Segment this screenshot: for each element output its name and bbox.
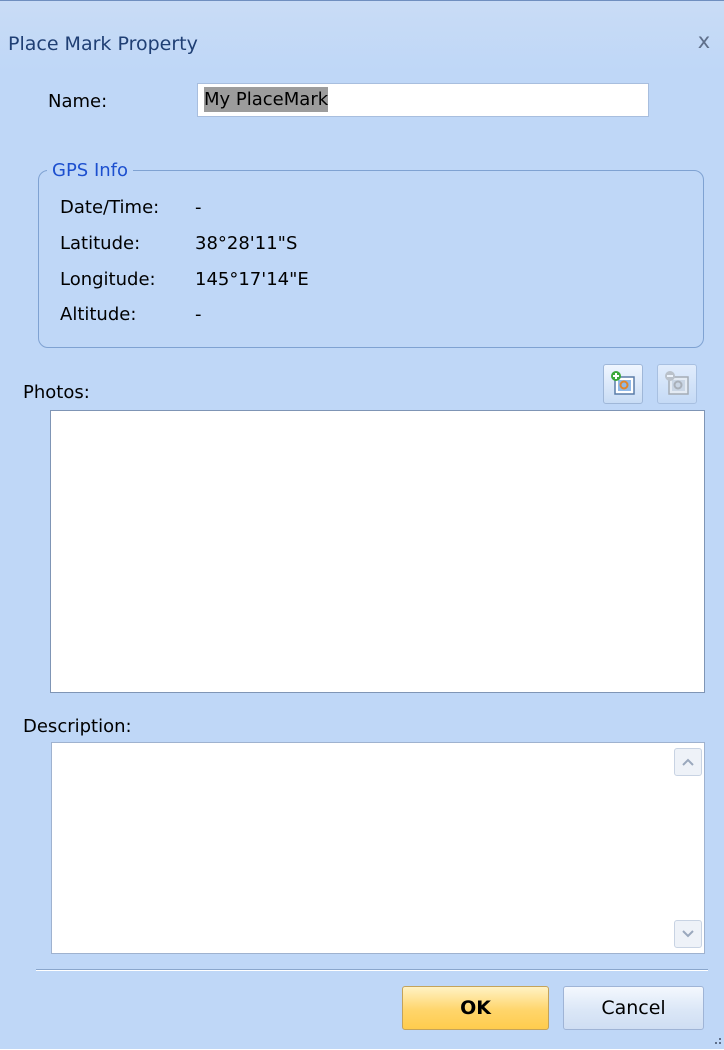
chevron-up-icon [682,758,694,766]
chevron-down-icon [682,930,694,938]
gps-datetime-label: Date/Time: [60,197,160,218]
description-textarea[interactable] [51,742,705,954]
scroll-down-button[interactable] [674,920,702,948]
remove-photo-button[interactable] [657,364,697,404]
description-label: Description: [23,716,132,737]
gps-altitude-value: - [195,304,202,325]
place-mark-property-dialog: Place Mark Property x Name: My PlaceMark… [0,0,724,1049]
gps-longitude-label: Longitude: [60,269,156,290]
gps-longitude-value: 145°17'14"E [195,269,309,290]
resize-grip-icon[interactable] [712,1037,722,1047]
gps-info-legend: GPS Info [47,160,134,181]
cancel-button[interactable]: Cancel [563,986,704,1030]
gps-datetime-value: - [195,197,202,218]
title-bar: Place Mark Property x [0,1,724,71]
description-scrollbar[interactable] [668,743,704,953]
add-photo-button[interactable] [603,364,643,404]
name-label: Name: [48,91,108,112]
ok-button[interactable]: OK [402,986,549,1030]
gps-latitude-label: Latitude: [60,233,141,254]
button-separator [36,969,708,971]
resize-grip-dots [715,1038,721,1044]
name-input[interactable]: My PlaceMark [197,83,649,117]
scroll-up-button[interactable] [674,748,702,776]
photos-label: Photos: [23,382,90,403]
close-button[interactable]: x [690,27,718,55]
remove-photo-icon [665,371,689,395]
name-input-value: My PlaceMark [204,87,329,112]
add-photo-icon [611,371,635,395]
gps-latitude-value: 38°28'11"S [195,233,298,254]
photos-list[interactable] [50,410,705,693]
window-title: Place Mark Property [8,33,198,55]
gps-altitude-label: Altitude: [60,304,137,325]
